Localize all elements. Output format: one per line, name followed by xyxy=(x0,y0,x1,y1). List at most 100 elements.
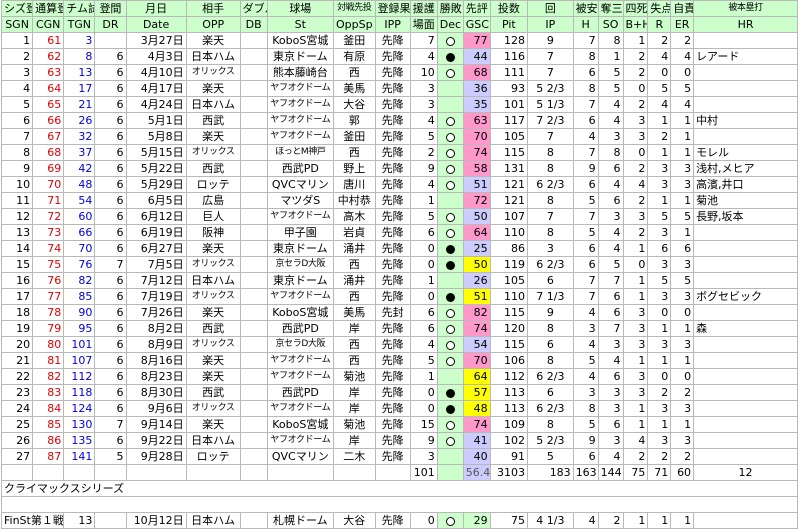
cell-sgn: 27 xyxy=(0,448,34,465)
decision-win-icon xyxy=(445,68,455,78)
cell-ipp: 先降 xyxy=(374,336,411,353)
cell-er: 1 xyxy=(670,352,695,369)
cell-er: 1 xyxy=(670,224,695,241)
cell-hr: モレル xyxy=(693,144,798,161)
cell-dec xyxy=(436,256,464,273)
game-row: 5 65 21 6 4月24日 日本ハム ヤフオクドーム 大谷 先降 3 35 101 5 1/3 7 4 2… xyxy=(0,96,798,113)
cell-cgn: 73 xyxy=(32,224,65,241)
cell-ipp: 先降 xyxy=(374,32,411,49)
game-row: 23 83 118 6 8月30日 西武 西武PD 岸先降 0 57 113 6 3 3 3 2 2 xyxy=(0,384,798,401)
cell-sgn: 18 xyxy=(0,304,34,321)
cell-r: 1 xyxy=(647,352,672,369)
cell-cgn: 69 xyxy=(32,160,65,177)
cell-ip: 5 2/3 xyxy=(527,80,574,97)
cell-ipp: 先降 xyxy=(374,400,411,417)
cell-gsc: 82 xyxy=(462,304,491,321)
cell-tgn: 3 xyxy=(63,32,96,49)
cell-h: 7 xyxy=(572,144,599,161)
cell-date: 9月28日 xyxy=(125,448,187,465)
total-pitches: 3103 xyxy=(489,464,529,481)
cell-r: 3 xyxy=(647,400,672,417)
cell-h: 8 xyxy=(572,400,599,417)
cell-tgn: 26 xyxy=(63,112,96,129)
cell-er: 3 xyxy=(670,256,695,273)
cell-dr xyxy=(94,32,127,49)
cell-ipp: 先降 xyxy=(374,128,411,145)
cell-run: 9 xyxy=(409,432,438,449)
header-jp-cell: 先評 xyxy=(462,0,491,17)
cell-db xyxy=(239,448,268,465)
cell-hr xyxy=(693,448,798,465)
game-row: 9 69 42 6 5月22日 西武 西武PD 野上 先降 9 58 131 8 9 6 2 3 3 浅村,メヒア xyxy=(0,160,798,177)
decision-win-icon xyxy=(445,356,455,366)
cell-pit: 102 xyxy=(489,432,529,449)
cell-ip: 6 2/3 xyxy=(527,368,574,385)
cell-h: 5 xyxy=(572,416,599,433)
header-jp-cell: 被安 xyxy=(572,0,599,17)
header-en-cell: Pit xyxy=(489,16,529,33)
cell-so: 6 xyxy=(597,304,624,321)
cell-gsc: 58 xyxy=(462,160,491,177)
cell-so: 3 xyxy=(597,384,624,401)
cell-st: ヤフオクドーム xyxy=(266,80,335,97)
cell-bh: 1 xyxy=(622,272,649,289)
cell-dec xyxy=(436,448,464,465)
cell-db xyxy=(239,80,268,97)
cell-hr xyxy=(693,240,798,257)
cell-r: 3 xyxy=(647,160,672,177)
cs-innings: 4 1/3 xyxy=(527,512,574,529)
game-row: 7 67 32 6 5月8日 楽天 ヤフオクドーム 釜田 先降 5 70 105 7 4 3 3 2 1 xyxy=(0,128,798,145)
cell-r: 3 xyxy=(647,432,672,449)
cell-date: 6月12日 xyxy=(125,208,187,225)
cell-so: 3 xyxy=(597,128,624,145)
cell-opp: 日本ハム xyxy=(185,96,241,113)
cell-hr: 長野,坂本 xyxy=(693,208,798,225)
cell-bh: 3 xyxy=(622,128,649,145)
cell-bh: 1 xyxy=(622,240,649,257)
header-en-cell: IPP xyxy=(374,16,411,33)
header-jp-cell: 奪三 xyxy=(597,0,624,17)
cell-db xyxy=(239,192,268,209)
cell-run: 0 xyxy=(409,384,438,401)
cell-so: 6 xyxy=(597,160,624,177)
cell-ipp: 先降 xyxy=(374,256,411,273)
cs-opp-starter: 大谷 xyxy=(333,512,376,529)
cell-sgn: 4 xyxy=(0,80,34,97)
cell-er: 4 xyxy=(670,96,695,113)
cell-sgn: 5 xyxy=(0,96,34,113)
decision-loss-icon xyxy=(445,244,455,254)
cell-tgn: 107 xyxy=(63,352,96,369)
cell-sgn: 24 xyxy=(0,400,34,417)
cell-gsc: 51 xyxy=(462,176,491,193)
cell-dec xyxy=(436,416,464,433)
cell-date: 8月16日 xyxy=(125,352,187,369)
header-en-cell: Date xyxy=(125,16,187,33)
cell-db xyxy=(239,256,268,273)
cell-so: 3 xyxy=(597,400,624,417)
cell-pit: 113 xyxy=(489,384,529,401)
cell-so: 3 xyxy=(597,432,624,449)
cell-h: 4 xyxy=(572,304,599,321)
cell-dr: 7 xyxy=(94,256,127,273)
cell-gsc: 63 xyxy=(462,112,491,129)
cell-so: 6 xyxy=(597,368,624,385)
cell-run: 4 xyxy=(409,112,438,129)
header-row-english: SGN CGN TGN DR Date OPP DB St OppSp IPP 場面 Dec GSC Pi… xyxy=(0,16,798,33)
cell-r: 2 xyxy=(647,32,672,49)
cell-pit: 106 xyxy=(489,352,529,369)
cell-dec xyxy=(436,96,464,113)
cell-date: 4月17日 xyxy=(125,80,187,97)
cell-opp: 楽天 xyxy=(185,80,241,97)
header-jp-cell: 援護 xyxy=(409,0,438,17)
cell-opp: ロッテ xyxy=(185,176,241,193)
cell-dr: 6 xyxy=(94,400,127,417)
cell-ipp: 先降 xyxy=(374,432,411,449)
cell-date: 7月12日 xyxy=(125,272,187,289)
cell-db xyxy=(239,128,268,145)
header-jp-cell: 失点 xyxy=(647,0,672,17)
game-row: 8 68 37 6 5月15日 オリックス ほっとM神戸西先降 2 74 115 8 7 8 0 1 1 モレル xyxy=(0,144,798,161)
cell-h: 9 xyxy=(572,160,599,177)
cell-dec xyxy=(436,368,464,385)
cell-hr: 高濱,井口 xyxy=(693,176,798,193)
cell-ip: 8 xyxy=(527,144,574,161)
